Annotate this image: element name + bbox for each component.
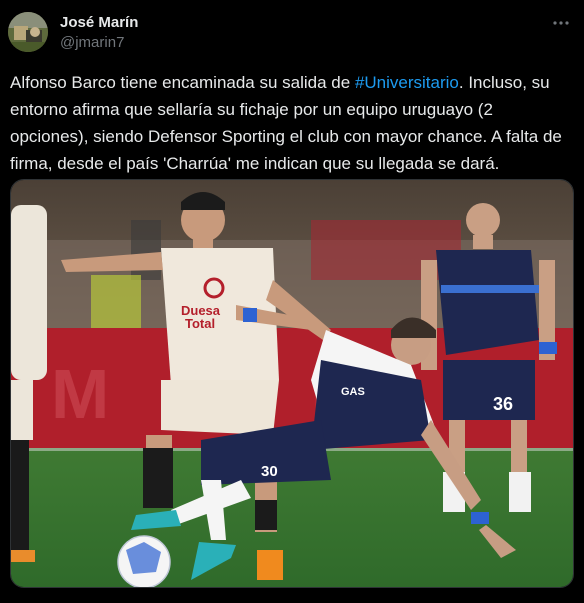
- football-match-photo: M M 36: [11, 180, 573, 587]
- shirt-number-left: 30: [261, 463, 278, 480]
- hashtag-link[interactable]: #Universitario: [355, 73, 459, 92]
- svg-text:M: M: [51, 355, 109, 433]
- more-options-icon[interactable]: [550, 12, 572, 34]
- avatar[interactable]: [8, 12, 48, 52]
- svg-text:Total: Total: [185, 316, 215, 331]
- tweet-text: Alfonso Barco tiene encaminada su salida…: [10, 69, 575, 177]
- avatar-image: [8, 12, 48, 52]
- tweet-card: José Marín @jmarin7 Alfonso Barco tiene …: [0, 0, 584, 603]
- tweet-text-before: Alfonso Barco tiene encaminada su salida…: [10, 73, 355, 92]
- tweet-photo[interactable]: M M 36: [10, 179, 574, 588]
- author-handle[interactable]: @jmarin7: [60, 34, 124, 51]
- author-display-name[interactable]: José Marín: [60, 14, 138, 31]
- tweet-header: José Marín @jmarin7: [8, 12, 576, 56]
- svg-text:GAS: GAS: [341, 386, 365, 398]
- shirt-number-right: 36: [493, 394, 513, 414]
